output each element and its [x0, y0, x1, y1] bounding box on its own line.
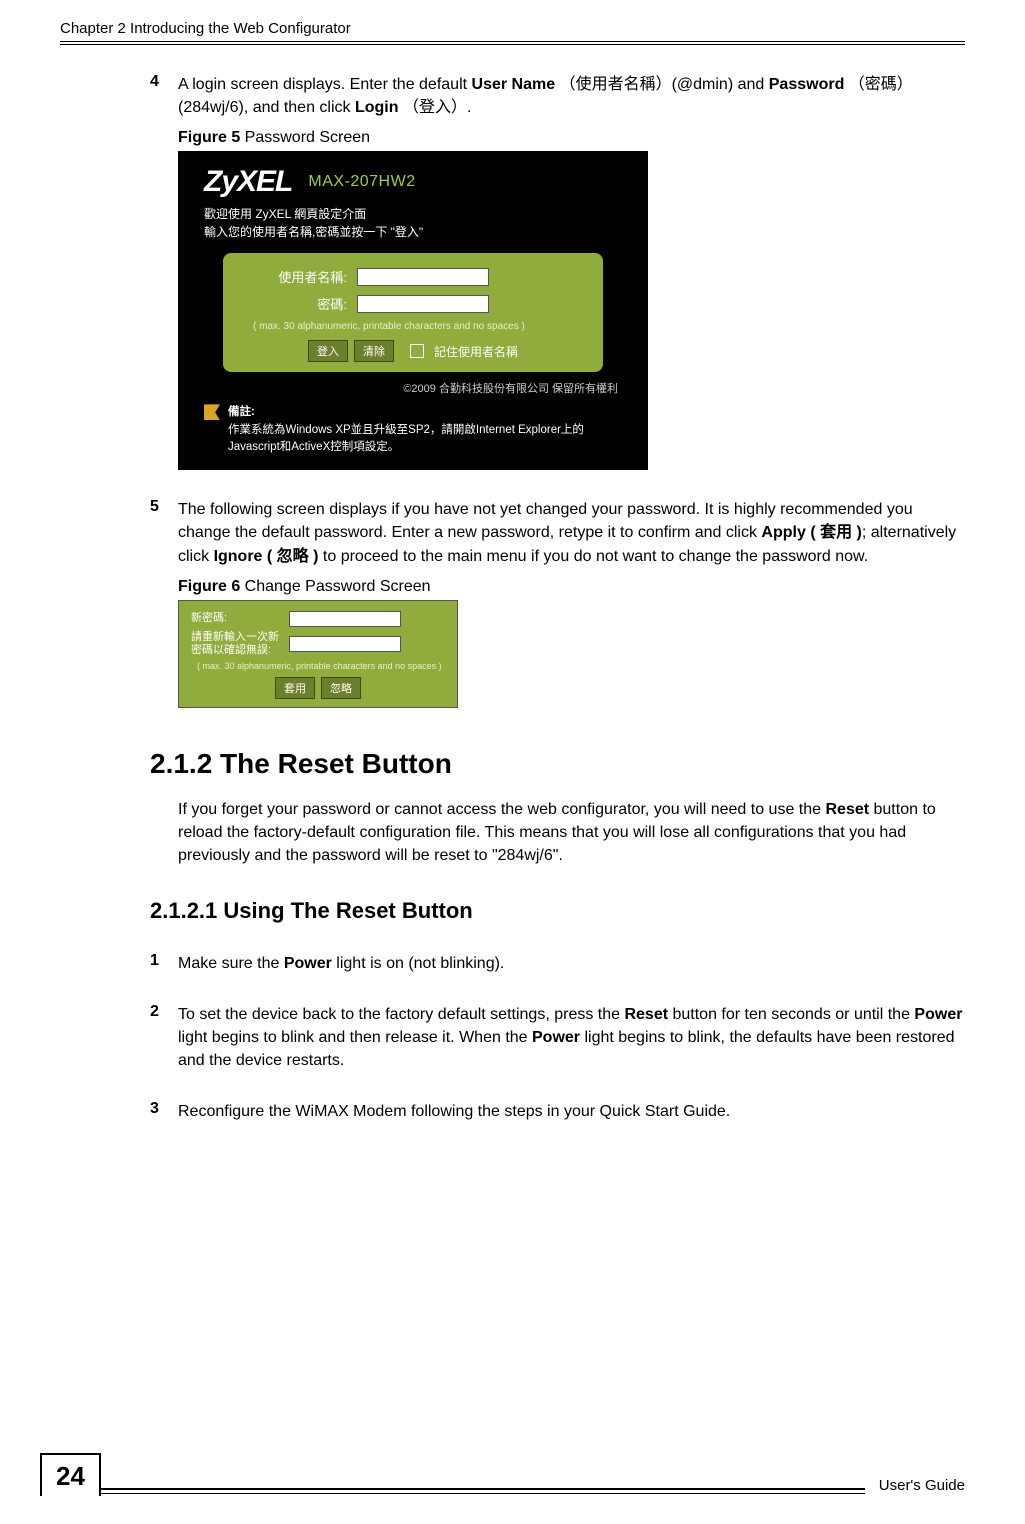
username-row: 使用者名稱: [239, 267, 587, 286]
note-title: 備註: [228, 406, 255, 418]
bold-text: Power [532, 1029, 580, 1046]
figure-label: Figure 5 [178, 129, 240, 146]
step-number: 2 [150, 1003, 178, 1073]
welcome-line2: 輸入您的使用者名稱,密碼並按一下 "登入" [204, 223, 622, 241]
figure5-password-screen: ZyXEL MAX-207HW2 歡迎使用 ZyXEL 網頁設定介面 輸入您的使… [178, 151, 648, 470]
section-2121-heading: 2.1.2.1 Using The Reset Button [150, 898, 965, 924]
page-footer: 24 User's Guide [0, 1453, 965, 1496]
bold-text: Reset [825, 801, 869, 818]
step-text: To set the device back to the factory de… [178, 1003, 965, 1073]
figure-title: Password Screen [240, 129, 370, 146]
footer-rule [101, 1488, 865, 1494]
password-input[interactable] [357, 295, 489, 313]
text: （使用者名稱）(@dmin) and [555, 76, 769, 93]
text: light begins to blink and then release i… [178, 1029, 532, 1046]
confirmpass-input[interactable] [289, 636, 401, 652]
login-button[interactable]: 登入 [308, 340, 348, 362]
input-hint: ( max. 30 alphanumeric, printable charac… [253, 321, 587, 332]
remember-checkbox[interactable] [410, 344, 424, 358]
step-b1: 1 Make sure the Power light is on (not b… [150, 952, 965, 975]
bold-text: Ignore ( 忽略 ) [214, 548, 319, 565]
step-5: 5 The following screen displays if you h… [150, 498, 965, 568]
page-number: 24 [40, 1453, 101, 1496]
flag-icon [204, 404, 220, 420]
password-row: 密碼: [239, 294, 587, 313]
figure6-caption: Figure 6 Change Password Screen [178, 578, 965, 596]
username-input[interactable] [357, 268, 489, 286]
bold-text: Password [769, 76, 845, 93]
newpass-label: 新密碼: [191, 612, 289, 625]
step-number: 3 [150, 1100, 178, 1123]
step-number: 5 [150, 498, 178, 568]
newpass-row: 新密碼: [191, 611, 445, 627]
model-label: MAX-207HW2 [308, 173, 415, 191]
bold-text: Apply ( 套用 ) [761, 524, 861, 541]
bold-text: Power [914, 1006, 962, 1023]
step-number: 4 [150, 73, 178, 119]
step-text: Reconfigure the WiMAX Modem following th… [178, 1100, 730, 1123]
clear-button[interactable]: 清除 [354, 340, 394, 362]
step-b2: 2 To set the device back to the factory … [150, 1003, 965, 1073]
footer-guide-label: User's Guide [879, 1477, 965, 1496]
confirmpass-row: 請重新輸入一次新密碼以確認無誤: [191, 631, 445, 657]
text: Enter the default [350, 76, 472, 93]
note-body: 作業系統為Windows XP並且升級至SP2，請開啟Internet Expl… [228, 424, 584, 453]
figure-title: Change Password Screen [240, 578, 430, 595]
text: Reconfigure the WiMAX Modem following th… [178, 1103, 730, 1120]
step-4: 4 A login screen displays. Enter the def… [150, 73, 965, 119]
bold-text: Power [284, 955, 332, 972]
login-buttons-row: 登入 清除 記住使用者名稱 [239, 340, 587, 362]
ignore-button[interactable]: 忽略 [321, 677, 361, 699]
password-label: 密碼: [239, 294, 357, 313]
welcome-line1: 歡迎使用 ZyXEL 網頁設定介面 [204, 205, 622, 223]
text: （登入）. [399, 99, 472, 116]
figure6-change-password: 新密碼: 請重新輸入一次新密碼以確認無誤: ( max. 30 alphanum… [178, 600, 458, 708]
username-label: 使用者名稱: [239, 267, 357, 286]
bold-text: Reset [624, 1006, 668, 1023]
fig6-buttons-row: 套用 忽略 [191, 677, 445, 699]
text: If you forget your password or cannot ac… [178, 801, 825, 818]
apply-button[interactable]: 套用 [275, 677, 315, 699]
step-number: 1 [150, 952, 178, 975]
copyright-text: ©2009 合勤科技股份有限公司 保留所有權利 [178, 372, 648, 400]
section-212-para: If you forget your password or cannot ac… [178, 798, 965, 868]
step-text: Make sure the Power light is on (not bli… [178, 952, 504, 975]
confirmpass-label: 請重新輸入一次新密碼以確認無誤: [191, 631, 289, 657]
figure5-header: ZyXEL MAX-207HW2 [178, 151, 648, 205]
figure-label: Figure 6 [178, 578, 240, 595]
brand-logo: ZyXEL [204, 165, 292, 199]
step-text: A login screen displays. Enter the defau… [178, 73, 965, 119]
section-212-heading: 2.1.2 The Reset Button [150, 748, 965, 780]
chapter-title: Chapter 2 Introducing the Web Configurat… [60, 20, 965, 37]
bold-text: User Name [472, 76, 556, 93]
text: to proceed to the main menu if you do no… [318, 548, 868, 565]
input-hint: ( max. 30 alphanumeric, printable charac… [197, 661, 445, 671]
newpass-input[interactable] [289, 611, 401, 627]
step-text: The following screen displays if you hav… [178, 498, 965, 568]
text: To set the device back to the factory de… [178, 1006, 624, 1023]
text: button for ten seconds or until the [668, 1006, 914, 1023]
login-box: 使用者名稱: 密碼: ( max. 30 alphanumeric, print… [223, 253, 603, 372]
bold-text: Login [355, 99, 399, 116]
text: Make sure the [178, 955, 284, 972]
step-b3: 3 Reconfigure the WiMAX Modem following … [150, 1100, 965, 1123]
note-text: 備註: 作業系統為Windows XP並且升級至SP2，請開啟Internet … [228, 404, 622, 456]
text: light is on (not blinking). [332, 955, 505, 972]
header-rule [60, 41, 965, 45]
text: A login screen displays. [178, 76, 350, 93]
figure5-caption: Figure 5 Password Screen [178, 129, 965, 147]
note-row: 備註: 作業系統為Windows XP並且升級至SP2，請開啟Internet … [178, 400, 648, 460]
welcome-text: 歡迎使用 ZyXEL 網頁設定介面 輸入您的使用者名稱,密碼並按一下 "登入" [178, 205, 648, 253]
remember-label: 記住使用者名稱 [434, 343, 518, 360]
